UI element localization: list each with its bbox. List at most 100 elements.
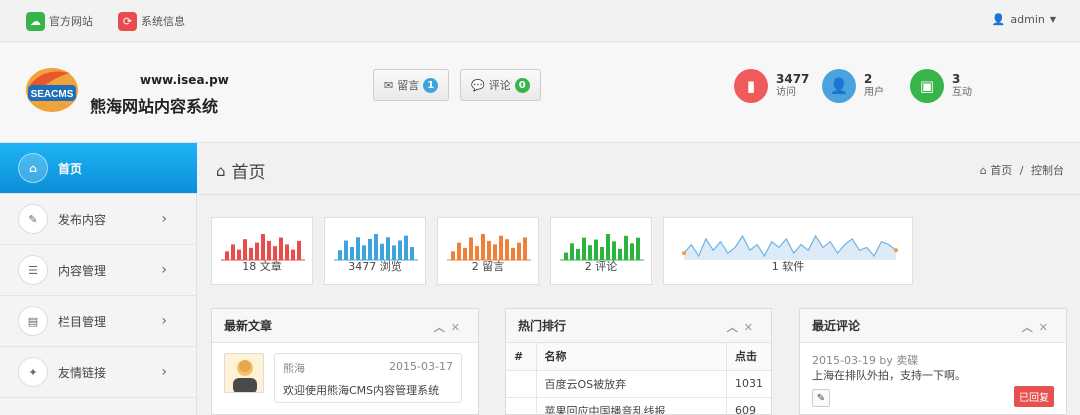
views-tile[interactable]: 3477 浏览 <box>324 217 426 285</box>
magic-wand-icon: ✦ <box>18 357 48 387</box>
caret-down-icon: ▼ <box>1049 15 1056 24</box>
collapse-icon[interactable]: ︿ <box>1022 321 1039 334</box>
bar <box>261 234 265 260</box>
article-date: 2015-03-17 <box>389 360 453 373</box>
sidebar-item-label: 友情链接 <box>58 365 107 380</box>
bar <box>594 239 598 260</box>
user-menu[interactable]: 👤 admin ▼ <box>992 13 1056 26</box>
articles-tile-label: 18 文章 <box>242 260 282 273</box>
bar <box>636 237 640 260</box>
close-icon[interactable]: ✕ <box>1039 321 1054 334</box>
bar <box>523 237 527 260</box>
table-row[interactable]: 百度云OS被放弃 1031 <box>506 370 771 398</box>
avatar <box>224 353 264 393</box>
table-cell[interactable]: 百度云OS被放弃 <box>536 370 727 398</box>
messages-count-badge: 1 <box>423 77 439 93</box>
bar <box>481 234 485 260</box>
interactions-label: 互动 <box>952 87 972 98</box>
divider <box>198 194 1080 195</box>
comments-tile-label: 2 评论 <box>584 260 618 273</box>
top-bar: ☁ 官方网站 ⟳ 系统信息 👤 admin ▼ <box>0 0 1080 42</box>
sidebar: ⌂ 首页 ✎ 发布内容 › ☰ 内容管理 › ▤ 栏目管理 › ✦ 友情链接 › <box>0 143 197 415</box>
bar <box>404 235 408 260</box>
breadcrumb-separator: / <box>1019 164 1024 177</box>
users-label: 用户 <box>864 87 884 98</box>
comment-text: 上海在排队外拍，支持一下啊。 <box>812 369 966 382</box>
messages-label: 留言 <box>397 79 420 92</box>
home-icon: ⌂ <box>216 161 226 180</box>
site-title: 熊海网站内容系统 <box>90 97 219 116</box>
comments-icon: 💬 <box>471 78 485 92</box>
sidebar-item-content[interactable]: ☰ 内容管理 › <box>0 245 197 296</box>
sidebar-item-publish[interactable]: ✎ 发布内容 › <box>0 194 197 245</box>
site-header: SEACMS www.isea.pw 熊海网站内容系统 ✉ 留言 1 💬 评论 … <box>0 43 1080 143</box>
bar <box>368 238 372 260</box>
system-info-label: 系统信息 <box>141 15 185 28</box>
views-tile-label: 3477 浏览 <box>348 260 402 273</box>
user-icon: 👤 <box>822 69 856 103</box>
breadcrumb-current: 控制台 <box>1031 164 1064 177</box>
close-icon[interactable]: ✕ <box>744 321 759 334</box>
articles-tile[interactable]: 18 文章 <box>211 217 313 285</box>
sidebar-item-label: 发布内容 <box>58 212 107 227</box>
bar <box>386 237 390 260</box>
envelope-icon: ✉ <box>384 78 394 92</box>
panel-title: 热门排行 <box>518 319 567 333</box>
page-title: ⌂ 首页 <box>216 158 266 184</box>
user-name: admin <box>1010 13 1045 26</box>
visits-stat: ▮ 3477 访问 <box>734 69 809 103</box>
system-info-link[interactable]: ⟳ 系统信息 <box>118 11 185 31</box>
status-badge: 已回复 <box>1014 386 1054 407</box>
home-icon: ⌂ <box>18 153 48 183</box>
sidebar-item-columns[interactable]: ▤ 栏目管理 › <box>0 296 197 347</box>
comments-label: 评论 <box>488 79 511 92</box>
close-icon[interactable]: ✕ <box>451 321 466 334</box>
table-cell[interactable]: 苹果回应中国播音乱线报 <box>536 397 727 414</box>
official-site-link[interactable]: ☁ 官方网站 <box>26 11 93 31</box>
comments-button[interactable]: 💬 评论 0 <box>460 69 541 101</box>
bar <box>356 237 360 260</box>
interactions-count: 3 <box>952 72 961 86</box>
breadcrumb-home[interactable]: 首页 <box>990 164 1012 177</box>
table-header: # <box>506 343 537 371</box>
software-tile-label: 1 软件 <box>771 260 805 273</box>
table-row[interactable]: 苹果回应中国播音乱线报 609 <box>506 397 771 414</box>
sidebar-item-label: 栏目管理 <box>58 314 107 329</box>
article-text[interactable]: 欢迎使用熊海CMS内容管理系统 <box>283 382 453 398</box>
user-icon: 👤 <box>991 13 1006 26</box>
chevron-right-icon: › <box>161 262 167 278</box>
bar <box>243 239 247 260</box>
logo-image[interactable]: SEACMS <box>24 65 80 115</box>
signal-icon: ▮ <box>734 69 768 103</box>
comments-tile[interactable]: 2 评论 <box>550 217 652 285</box>
bar <box>505 239 509 260</box>
bar <box>606 234 610 260</box>
cloud-icon: ☁ <box>26 11 45 31</box>
chevron-right-icon: › <box>161 364 167 380</box>
interactions-stat: ▣ 3 互动 <box>910 69 972 103</box>
list-item: 2015-03-19 by 卖碟 上海在排队外拍，支持一下啊。 <box>812 353 966 383</box>
breadcrumb: ⌂ 首页 / 控制台 <box>980 162 1064 178</box>
list-item[interactable]: 熊海 2015-03-17 欢迎使用熊海CMS内容管理系统 <box>224 353 462 403</box>
bar <box>499 235 503 260</box>
sidebar-item-label: 首页 <box>58 161 83 176</box>
panel-title: 最近评论 <box>812 319 861 333</box>
sidebar-item-links[interactable]: ✦ 友情链接 › <box>0 347 197 398</box>
comments-count-badge: 0 <box>514 77 530 93</box>
collapse-icon[interactable]: ︿ <box>727 321 744 334</box>
list-icon: ☰ <box>18 255 48 285</box>
bar <box>624 235 628 260</box>
home-icon: ⌂ <box>979 164 987 177</box>
hot-ranking-panel: 热门排行 ︿✕ # 名称 点击 百度云OS被放弃 1031 苹果回应中国播音乱线… <box>505 308 772 415</box>
edit-button[interactable]: ✎ <box>812 389 830 407</box>
sidebar-item-label: 内容管理 <box>58 263 107 278</box>
guestbook-tile-label: 2 留言 <box>471 260 505 273</box>
pencil-icon: ✎ <box>816 392 826 404</box>
sidebar-item-home[interactable]: ⌂ 首页 <box>0 143 197 194</box>
collapse-icon[interactable]: ︿ <box>434 321 451 334</box>
messages-button[interactable]: ✉ 留言 1 <box>373 69 450 101</box>
table-cell: 1031 <box>726 370 771 398</box>
software-tile[interactable]: 1 软件 <box>663 217 913 285</box>
guestbook-tile[interactable]: 2 留言 <box>437 217 539 285</box>
money-icon: ▣ <box>910 69 944 103</box>
